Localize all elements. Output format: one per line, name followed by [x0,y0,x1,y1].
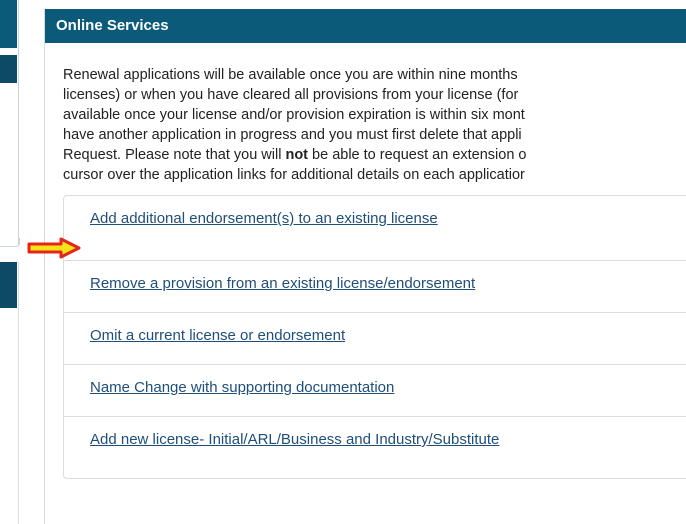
right-arrow-icon [27,237,81,259]
remove-provision-link[interactable]: Remove a provision from an existing lice… [90,275,475,292]
intro-line: cursor over the application links for ad… [63,167,525,183]
add-new-license-link[interactable]: Add new license- Initial/ARL/Business an… [90,431,499,448]
list-item: Add new license- Initial/ARL/Business an… [64,417,686,468]
intro-line-part: be able to request an extension o [308,147,527,163]
panel-title: Online Services [45,9,686,43]
intro-bold-not: not [285,147,309,163]
name-change-link[interactable]: Name Change with supporting documentatio… [90,379,394,396]
intro-text: Renewal applications will be available o… [63,65,686,185]
list-item: Omit a current license or endorsement [64,313,686,365]
list-item: Name Change with supporting documentatio… [64,365,686,417]
sidebar-tab-lower[interactable] [0,262,17,308]
sidebar-tab-dark[interactable] [0,55,17,83]
list-item: Remove a provision from an existing lice… [64,261,686,313]
intro-line: have another application in progress and… [63,127,522,143]
intro-line: available once your license and/or provi… [63,107,525,123]
application-links: Add additional endorsement(s) to an exis… [63,195,686,479]
omit-license-link[interactable]: Omit a current license or endorsement [90,327,345,344]
add-endorsement-link[interactable]: Add additional endorsement(s) to an exis… [90,210,438,227]
divider [18,0,19,245]
page: Online Services Renewal applications wil… [0,0,686,524]
divider [18,262,19,524]
sidebar-edge [0,0,20,524]
panel-corner [0,238,20,247]
intro-line: Request. Please note that you will not b… [63,145,686,165]
online-services-panel: Online Services Renewal applications wil… [44,9,686,524]
sidebar-tab[interactable] [0,0,17,48]
panel-body: Renewal applications will be available o… [45,43,686,185]
intro-line: licenses) or when you have cleared all p… [63,87,519,103]
intro-line: Renewal applications will be available o… [63,67,518,83]
intro-line-part: Request. Please note that you will [63,147,286,163]
list-item: Add additional endorsement(s) to an exis… [64,196,686,261]
